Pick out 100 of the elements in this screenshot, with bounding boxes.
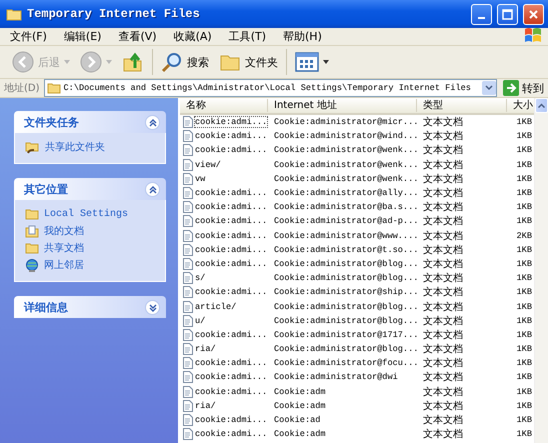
file-type: 文本文档 — [422, 200, 464, 214]
internet-address: Cookie:administrator@wind... — [273, 131, 417, 142]
text-file-icon — [183, 144, 193, 156]
file-name[interactable]: cookie:admi... — [195, 117, 268, 128]
file-name[interactable]: cookie:admi... — [195, 216, 268, 226]
maximize-icon — [502, 8, 513, 20]
search-button[interactable]: 搜索 — [157, 48, 213, 76]
text-file-icon — [183, 314, 193, 327]
address-field[interactable]: C:\Documents and Settings\Administrator\Local Settings\Temporary Internet Files — [44, 79, 497, 97]
internet-address: Cookie:administrator@wenk... — [273, 145, 417, 156]
task-pane-title: 详细信息 — [24, 300, 68, 314]
menu-item[interactable]: 帮助(H) — [277, 29, 333, 44]
file-name[interactable]: cookie:admi... — [195, 202, 268, 212]
file-name[interactable]: cookie:admi... — [195, 415, 268, 426]
file-name[interactable]: article/ — [195, 302, 236, 312]
file-name[interactable]: cookie:admi... — [195, 372, 268, 382]
go-button[interactable]: 转到 — [501, 80, 546, 96]
file-name[interactable]: cookie:admi... — [195, 244, 268, 255]
menu-item[interactable]: 编辑(E) — [58, 29, 112, 44]
network-globe-icon — [25, 258, 39, 272]
file-name[interactable]: ria/ — [195, 400, 216, 411]
column-header[interactable]: 类型 — [417, 99, 507, 112]
text-file-icon — [183, 158, 193, 171]
maximize-button[interactable] — [497, 4, 518, 24]
text-file-icon — [183, 343, 193, 356]
dropdown-arrow-icon — [106, 60, 112, 64]
file-type: 文本文档 — [422, 186, 464, 200]
file-name[interactable]: cookie:admi... — [195, 188, 268, 198]
minimize-button[interactable] — [471, 4, 492, 24]
file-name[interactable]: cookie:admi... — [195, 358, 268, 368]
views-grid-icon — [295, 52, 319, 72]
file-name[interactable]: u/ — [195, 316, 206, 326]
file-size: 1KB — [516, 258, 533, 269]
file-type: 文本文档 — [422, 116, 464, 130]
file-type: 文本文档 — [422, 144, 464, 158]
minimize-icon — [478, 17, 485, 19]
file-size: 1KB — [516, 330, 533, 340]
file-name[interactable]: s/ — [195, 273, 206, 284]
file-size: 1KB — [516, 174, 533, 184]
internet-address: Cookie:administrator@blog... — [273, 302, 417, 312]
file-type: 文本文档 — [422, 286, 464, 300]
file-name[interactable]: cookie:admi... — [195, 386, 268, 397]
file-name[interactable]: cookie:admi... — [195, 258, 268, 269]
collapse-button[interactable] — [145, 182, 160, 196]
text-file-icon — [183, 386, 193, 398]
file-size: 1KB — [516, 287, 533, 298]
folder-icon — [46, 82, 61, 94]
vertical-scrollbar[interactable] — [534, 98, 548, 443]
text-file-icon — [183, 201, 193, 214]
menu-item[interactable]: 文件(F) — [4, 29, 58, 44]
file-size: 1KB — [516, 273, 533, 284]
task-link[interactable]: 网上邻居 — [44, 258, 84, 272]
double-chevron-up-icon — [148, 184, 158, 194]
scroll-up-button[interactable] — [535, 98, 548, 113]
column-header[interactable]: 名称 — [180, 99, 268, 112]
file-name[interactable]: cookie:admi... — [195, 330, 268, 340]
menu-item[interactable]: 查看(V) — [112, 29, 168, 44]
file-name[interactable]: cookie:admi... — [195, 287, 268, 298]
file-size: 1KB — [516, 400, 533, 411]
text-file-icon — [183, 187, 193, 200]
task-link[interactable]: 共享此文件夹 — [45, 140, 105, 154]
close-icon — [528, 8, 539, 20]
menu-item[interactable]: 工具(T) — [222, 29, 277, 44]
menu-item[interactable]: 收藏(A) — [168, 29, 223, 44]
column-header[interactable]: 大小 — [507, 99, 534, 112]
file-name[interactable]: cookie:admi... — [195, 131, 268, 142]
close-button[interactable] — [523, 4, 544, 24]
file-name[interactable]: ria/ — [195, 344, 216, 354]
internet-address: Cookie:administrator@ally... — [273, 188, 417, 198]
file-type: 文本文档 — [422, 328, 464, 342]
file-size: 2KB — [516, 230, 533, 241]
collapse-button[interactable] — [145, 114, 160, 130]
internet-address: Cookie:administrator@blog... — [273, 316, 417, 326]
folder-icon — [25, 242, 39, 254]
internet-address: Cookie:administrator@blog... — [273, 344, 417, 354]
task-link[interactable]: 我的文档 — [44, 224, 84, 238]
task-link[interactable]: Local Settings — [44, 208, 128, 220]
file-size: 1KB — [516, 344, 533, 354]
folders-button[interactable]: 文件夹 — [215, 48, 282, 76]
file-name[interactable]: cookie:admi... — [195, 429, 268, 440]
column-header[interactable]: Internet 地址 — [268, 99, 417, 112]
internet-address: Cookie:administrator@wenk... — [273, 174, 417, 184]
text-file-icon — [183, 116, 193, 128]
folder-icon — [6, 8, 22, 20]
file-size: 1KB — [516, 386, 533, 397]
text-file-icon — [183, 357, 193, 370]
documents-icon — [25, 224, 39, 238]
file-name[interactable]: cookie:admi... — [195, 230, 268, 241]
internet-address: Cookie:ad — [273, 415, 322, 426]
task-pane-title: 文件夹任务 — [24, 114, 79, 130]
expand-button[interactable] — [145, 300, 160, 314]
file-name[interactable]: cookie:admi... — [195, 145, 268, 156]
internet-address: Cookie:administrator@micr... — [273, 117, 417, 128]
file-size: 1KB — [516, 244, 533, 255]
file-size: 1KB — [516, 160, 533, 170]
text-file-icon — [183, 300, 193, 313]
file-name[interactable]: view/ — [195, 160, 221, 170]
file-size: 1KB — [516, 316, 533, 326]
task-link[interactable]: 共享文档 — [44, 241, 84, 255]
file-name[interactable]: vw — [195, 174, 206, 184]
